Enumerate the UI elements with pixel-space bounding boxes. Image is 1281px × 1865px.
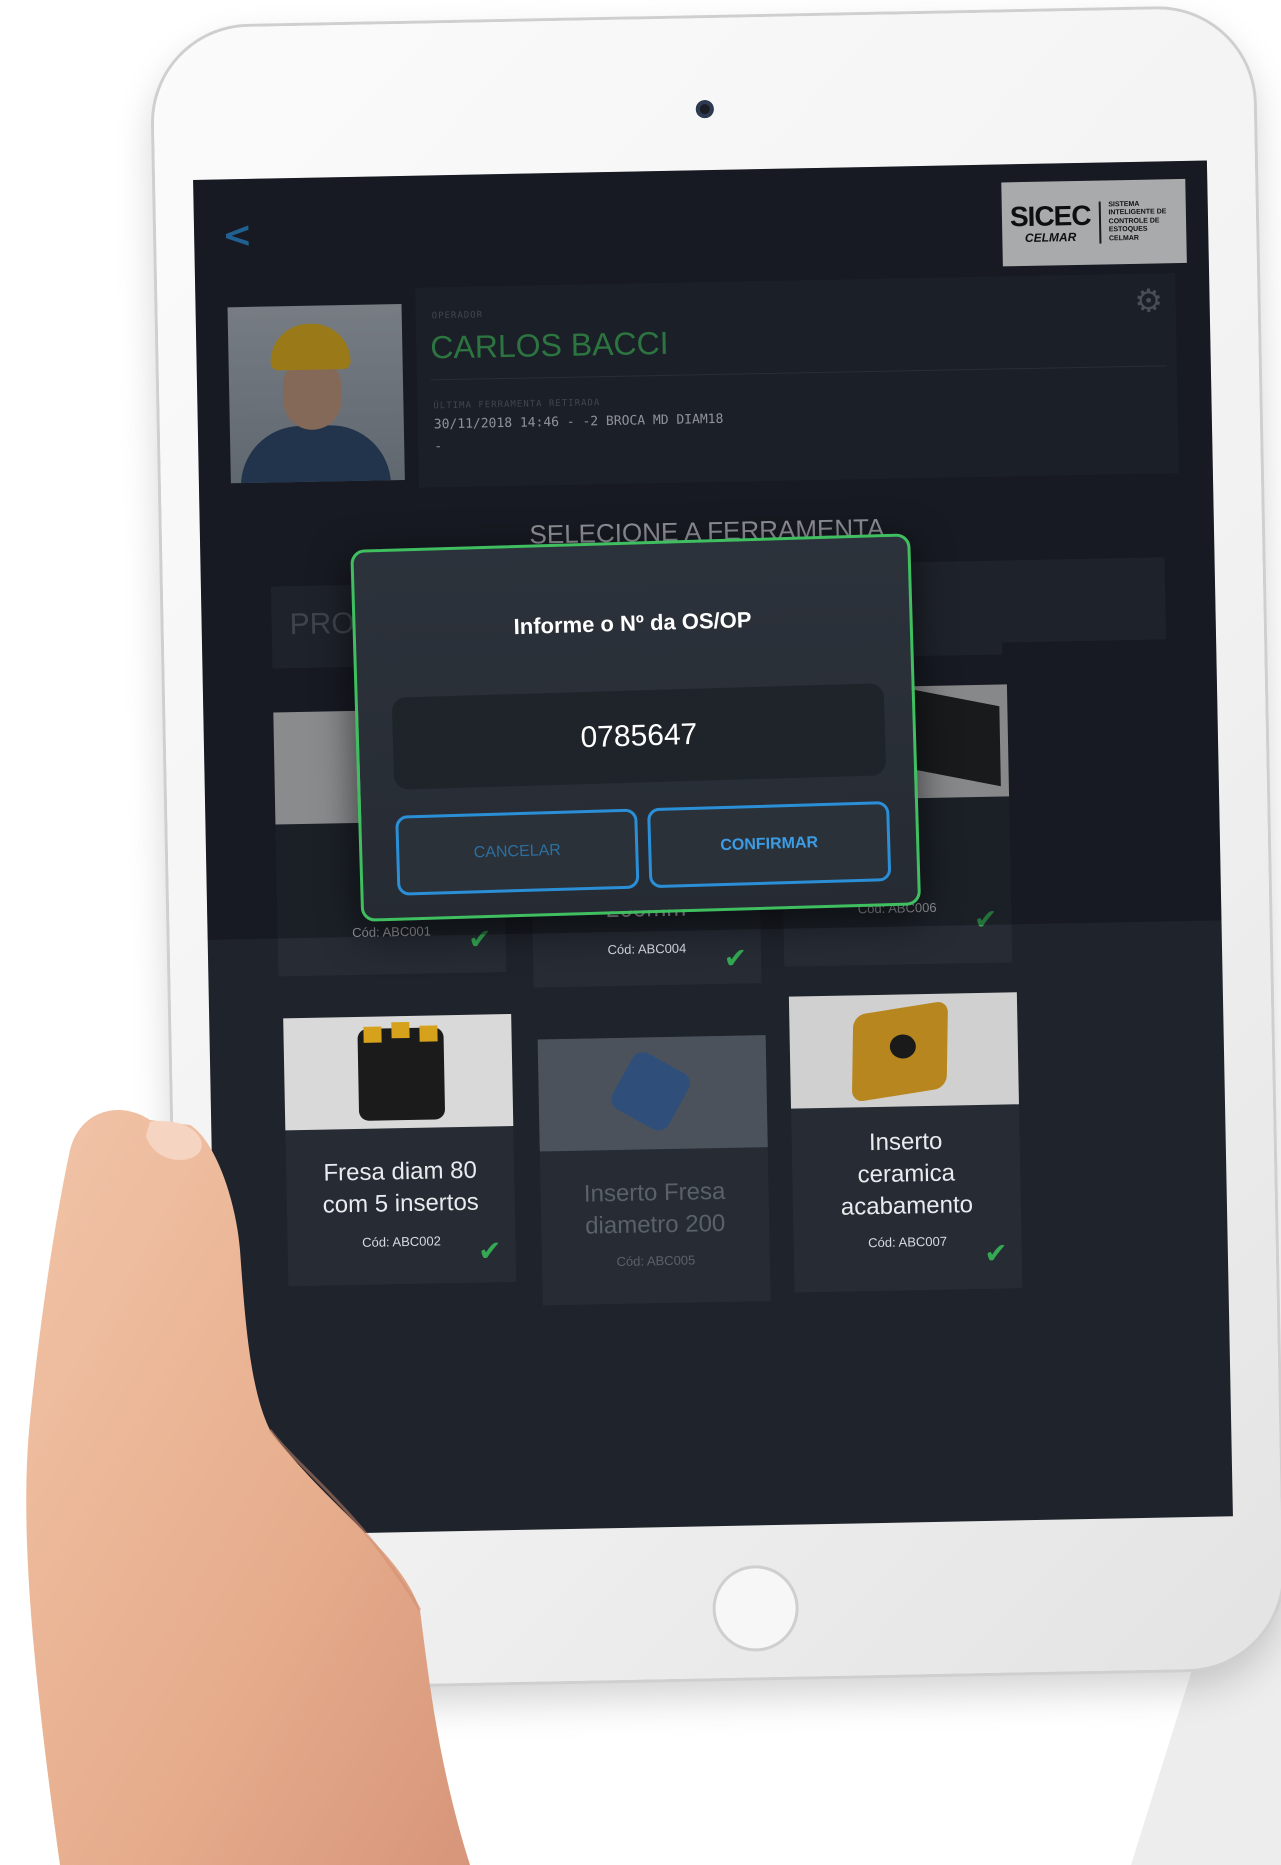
- tool-image: [788, 992, 1019, 1109]
- tool-name-line: Inserto Fresa: [583, 1177, 726, 1208]
- check-icon: ✔: [477, 1234, 503, 1268]
- tool-card[interactable]: Inserto Fresa diametro 200 Cód: ABC005: [537, 1035, 771, 1306]
- tool-image: [283, 1014, 514, 1131]
- os-op-dialog: Informe o Nº da OS/OP 0785647 CANCELAR C…: [350, 533, 922, 922]
- confirm-button[interactable]: CONFIRMAR: [647, 801, 892, 889]
- home-button[interactable]: [711, 1564, 800, 1653]
- tool-name-line: com 5 insertos: [322, 1188, 480, 1219]
- tool-name-line: diametro 200: [584, 1209, 726, 1240]
- tool-name-line: Inserto: [868, 1127, 943, 1157]
- tool-card[interactable]: Fresa diam 80 com 5 insertos Cód: ABC002…: [283, 1014, 517, 1287]
- os-op-input[interactable]: 0785647: [391, 683, 887, 790]
- camera-icon: [695, 99, 714, 119]
- dialog-title: Informe o Nº da OS/OP: [513, 607, 752, 640]
- tool-code: Cód: ABC005: [616, 1252, 696, 1270]
- tablet-device: < SICEC CELMAR SISTEMA INTELIGENTE DE CO…: [152, 7, 1281, 1689]
- check-icon: ✔: [723, 941, 748, 975]
- tool-name-line: acabamento: [840, 1191, 974, 1221]
- tool-name-line: ceramica: [857, 1159, 956, 1189]
- tool-card[interactable]: Inserto ceramica acabamento Cód: ABC007 …: [788, 992, 1023, 1293]
- cancel-button[interactable]: CANCELAR: [395, 808, 640, 896]
- check-icon: ✔: [984, 1236, 1009, 1270]
- tool-name-line: Fresa diam 80: [323, 1156, 478, 1187]
- tool-image: [537, 1035, 768, 1152]
- app-screen: < SICEC CELMAR SISTEMA INTELIGENTE DE CO…: [193, 160, 1233, 1536]
